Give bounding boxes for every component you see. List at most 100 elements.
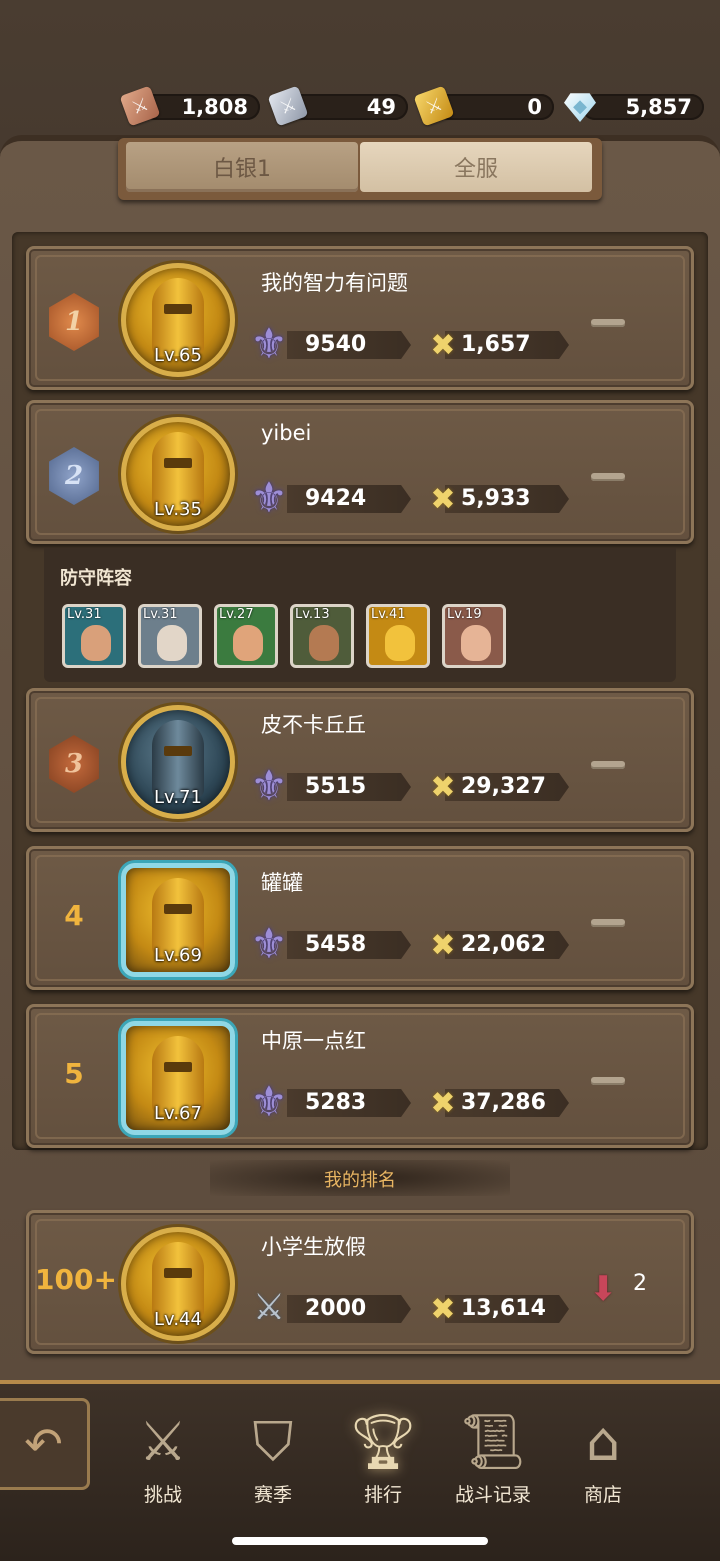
rank-change-value: 2: [633, 1271, 647, 1296]
hero-portrait[interactable]: Lv.19: [442, 604, 506, 668]
power-stat: 29,327: [445, 773, 569, 801]
player-level: Lv.69: [154, 945, 202, 966]
trophy-rank-icon: ⚜: [250, 918, 288, 968]
hero-level: Lv.19: [447, 607, 482, 622]
trophy-stat: 9424: [287, 485, 411, 513]
rank-card-3[interactable]: 3 Lv.71 皮不卡丘丘 5515 ⚜ 29,327 ✖: [26, 688, 694, 832]
power-value: 22,062: [461, 932, 546, 957]
scroll-icon: 📜︎: [458, 1410, 528, 1473]
currency-diamond-value: 5,857: [625, 95, 692, 119]
rank-number: 4: [64, 899, 84, 932]
nav-label: 排行: [363, 1484, 402, 1506]
trophy-icon: 🏆︎: [348, 1410, 418, 1473]
tab-silver-1[interactable]: 白银1: [126, 142, 358, 192]
trophy-stat: 5515: [287, 773, 411, 801]
nav-label: 挑战: [143, 1484, 182, 1506]
currency-copper-value: 1,808: [181, 95, 248, 119]
avatar[interactable]: Lv.65: [121, 263, 235, 377]
hero-level: Lv.27: [219, 607, 254, 622]
hero-portrait[interactable]: Lv.41: [366, 604, 430, 668]
crossed-swords-icon: ⚔: [138, 1410, 188, 1473]
rank-card-1[interactable]: 1 Lv.65 我的智力有问题 9540 ⚜ 1,657 ✖: [26, 246, 694, 390]
nav-shop[interactable]: ⌂ 商店: [548, 1398, 658, 1508]
rank-badge-icon: 3: [49, 735, 99, 793]
power-value: 1,657: [461, 332, 531, 357]
avatar[interactable]: Lv.35: [121, 417, 235, 531]
rank-card-5[interactable]: 5 Lv.67 中原一点红 5283 ⚜ 37,286 ✖: [26, 1004, 694, 1148]
silver-ticket-icon: ⚔: [267, 85, 309, 127]
avatar[interactable]: Lv.69: [121, 863, 235, 977]
defense-lineup: 防守阵容 Lv.31 Lv.31 Lv.27 Lv.13 Lv.41 Lv.19: [44, 548, 676, 682]
hero-portrait[interactable]: Lv.27: [214, 604, 278, 668]
tier-tabs: 白银1 全服: [118, 138, 602, 200]
home-indicator[interactable]: [232, 1537, 488, 1545]
power-value: 37,286: [461, 1090, 546, 1115]
trophy-rank-icon: ⚜: [250, 1076, 288, 1126]
shop-icon: ⌂: [585, 1410, 621, 1473]
player-name: 中原一点红: [261, 1029, 366, 1053]
currency-copper: ⚔ 1,808: [119, 85, 260, 127]
trophy-value: 5515: [305, 774, 367, 799]
nav-ranking[interactable]: 🏆︎ 排行: [328, 1398, 438, 1508]
power-icon: ✖: [430, 1085, 456, 1121]
player-level: Lv.44: [154, 1309, 202, 1330]
power-icon: ✖: [430, 481, 456, 517]
rank-number: 5: [64, 1057, 84, 1090]
hero-portrait[interactable]: Lv.31: [62, 604, 126, 668]
my-rank-card[interactable]: 100+ Lv.44 小学生放假 2000 ⚔ 13,614 ✖ ⬇ 2: [26, 1210, 694, 1354]
tab-all-server[interactable]: 全服: [360, 142, 592, 192]
power-stat: 5,933: [445, 485, 569, 513]
hero-level: Lv.31: [143, 607, 178, 622]
trend-unchanged-icon: [591, 919, 625, 927]
trend-unchanged-icon: [591, 761, 625, 769]
nav-label: 商店: [583, 1484, 622, 1506]
trophy-stat: 2000: [287, 1295, 411, 1323]
rank-card-2[interactable]: 2 Lv.35 yibei 9424 ⚜ 5,933 ✖: [26, 400, 694, 544]
player-level: Lv.67: [154, 1103, 202, 1124]
trophy-rank-icon: ⚜: [250, 472, 288, 522]
nav-season[interactable]: ⛉ 赛季: [218, 1398, 328, 1508]
player-level: Lv.65: [154, 345, 202, 366]
nav-battle-log[interactable]: 📜︎ 战斗记录: [438, 1398, 548, 1508]
avatar[interactable]: Lv.67: [121, 1021, 235, 1135]
copper-ticket-icon: ⚔: [119, 85, 161, 127]
power-stat: 1,657: [445, 331, 569, 359]
nav-challenge[interactable]: ⚔ 挑战: [108, 1398, 218, 1508]
currency-gold-value: 0: [527, 95, 542, 119]
back-arrow-icon: ↶: [24, 1417, 63, 1471]
trophy-rank-icon: ⚜: [250, 318, 288, 368]
rank-badge-icon: 1: [49, 293, 99, 351]
currency-gold: ⚔ 0: [413, 85, 554, 127]
defense-title: 防守阵容: [60, 568, 132, 589]
power-stat: 37,286: [445, 1089, 569, 1117]
trophy-value: 9424: [305, 486, 367, 511]
my-rank-label: 我的排名: [324, 1170, 396, 1191]
currency-silver: ⚔ 49: [267, 85, 408, 127]
avatar[interactable]: Lv.71: [121, 705, 235, 819]
power-icon: ✖: [430, 327, 456, 363]
hero-level: Lv.13: [295, 607, 330, 622]
player-name: 罐罐: [261, 871, 303, 895]
back-button[interactable]: ↶: [0, 1398, 90, 1490]
trophy-stat: 5283: [287, 1089, 411, 1117]
hero-level: Lv.41: [371, 607, 406, 622]
player-level: Lv.71: [154, 787, 202, 808]
shield-wings-icon: ⛉: [252, 1410, 294, 1473]
hero-level: Lv.31: [67, 607, 102, 622]
trophy-value: 2000: [305, 1296, 367, 1321]
gold-ticket-icon: ⚔: [413, 85, 455, 127]
power-stat: 13,614: [445, 1295, 569, 1323]
power-value: 5,933: [461, 486, 531, 511]
nav-label: 赛季: [253, 1484, 292, 1506]
player-name: 小学生放假: [261, 1235, 366, 1259]
rank-card-4[interactable]: 4 Lv.69 罐罐 5458 ⚜ 22,062 ✖: [26, 846, 694, 990]
hero-portrait[interactable]: Lv.13: [290, 604, 354, 668]
hero-portrait[interactable]: Lv.31: [138, 604, 202, 668]
trend-unchanged-icon: [591, 319, 625, 327]
power-icon: ✖: [430, 769, 456, 805]
avatar[interactable]: Lv.44: [121, 1227, 235, 1341]
silver-rank-icon: ⚔: [252, 1286, 286, 1328]
player-name: yibei: [261, 421, 312, 445]
trophy-value: 9540: [305, 332, 367, 357]
power-value: 29,327: [461, 774, 546, 799]
